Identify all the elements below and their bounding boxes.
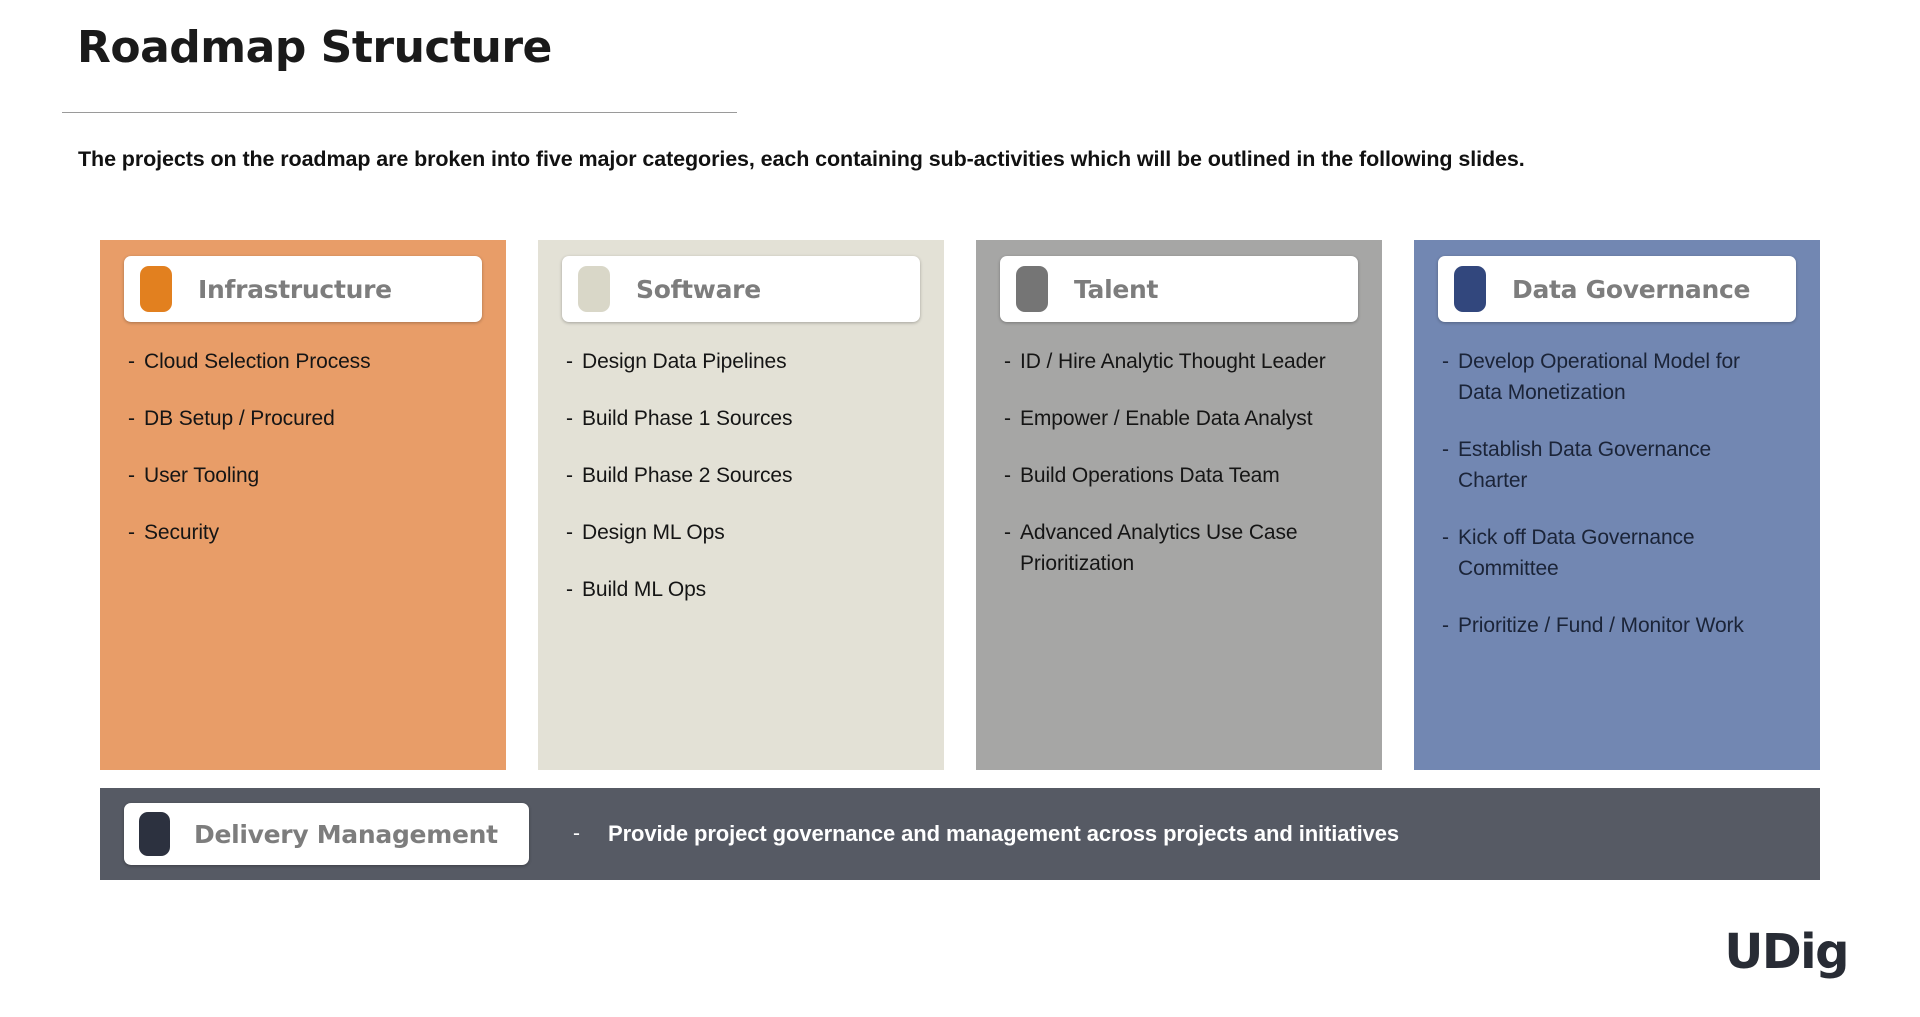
category-header-software: Software: [562, 256, 920, 322]
list-item: - Design Data Pipelines: [538, 346, 934, 377]
category-item-list: - Design Data Pipelines - Build Phase 1 …: [538, 346, 934, 631]
list-item: - Prioritize / Fund / Monitor Work: [1414, 610, 1790, 641]
category-title: Infrastructure: [198, 274, 392, 304]
category-title: Talent: [1074, 274, 1159, 304]
list-item: - Build Phase 2 Sources: [538, 460, 934, 491]
list-item: - Security: [100, 517, 496, 548]
category-item-list: - Cloud Selection Process - DB Setup / P…: [100, 346, 496, 574]
category-chip-icon: [578, 266, 610, 312]
list-item-label: Kick off Data Governance Committee: [1458, 526, 1695, 580]
list-item-label: ID / Hire Analytic Thought Leader: [1020, 350, 1326, 373]
category-chip-icon: [139, 812, 170, 856]
list-item: - DB Setup / Procured: [100, 403, 496, 434]
list-item: - ID / Hire Analytic Thought Leader: [976, 346, 1356, 377]
category-card-infrastructure[interactable]: Infrastructure - Cloud Selection Process…: [100, 240, 506, 770]
list-item-label: DB Setup / Procured: [144, 407, 335, 430]
bullet-dash-icon: -: [1442, 438, 1449, 461]
bullet-dash-icon: -: [1442, 526, 1449, 549]
brand-logo: UDig: [1724, 924, 1849, 980]
list-item-label: Design Data Pipelines: [582, 350, 787, 373]
bullet-dash-icon: -: [566, 407, 573, 430]
title-divider: [62, 112, 737, 113]
list-item-label: Build Phase 1 Sources: [582, 407, 793, 430]
list-item-label: Build Phase 2 Sources: [582, 464, 793, 487]
category-chip-icon: [140, 266, 172, 312]
bullet-dash-icon: -: [573, 822, 580, 845]
list-item-label: Develop Operational Model for Data Monet…: [1458, 350, 1740, 404]
bullet-dash-icon: -: [128, 464, 135, 487]
list-item-label: Security: [144, 521, 220, 544]
bullet-dash-icon: -: [566, 521, 573, 544]
bullet-dash-icon: -: [1442, 614, 1449, 637]
category-title: Delivery Management: [194, 819, 498, 849]
slide-subtitle: The projects on the roadmap are broken i…: [78, 147, 1525, 171]
category-chip-icon: [1016, 266, 1048, 312]
category-header-talent: Talent: [1000, 256, 1358, 322]
list-item-label: Empower / Enable Data Analyst: [1020, 407, 1313, 430]
bullet-dash-icon: -: [1442, 350, 1449, 373]
list-item: - Kick off Data Governance Committee: [1414, 522, 1790, 584]
list-item: - Build Phase 1 Sources: [538, 403, 934, 434]
list-item-label: Cloud Selection Process: [144, 350, 371, 373]
bullet-dash-icon: -: [128, 407, 135, 430]
delivery-management-header: Delivery Management: [124, 803, 529, 865]
category-chip-icon: [1454, 266, 1486, 312]
bullet-dash-icon: -: [128, 521, 135, 544]
list-item: - Cloud Selection Process: [100, 346, 496, 377]
delivery-management-bar[interactable]: Delivery Management - Provide project go…: [100, 788, 1820, 880]
category-item-list: - ID / Hire Analytic Thought Leader - Em…: [976, 346, 1356, 605]
category-title: Software: [636, 274, 761, 304]
category-card-talent[interactable]: Talent - ID / Hire Analytic Thought Lead…: [976, 240, 1382, 770]
category-card-data-governance[interactable]: Data Governance - Develop Operational Mo…: [1414, 240, 1820, 770]
bullet-dash-icon: -: [1004, 350, 1011, 373]
bullet-dash-icon: -: [1004, 521, 1011, 544]
list-item-label: User Tooling: [144, 464, 260, 487]
list-item-label: Build Operations Data Team: [1020, 464, 1280, 487]
list-item-label: Establish Data Governance Charter: [1458, 438, 1712, 492]
list-item: - Develop Operational Model for Data Mon…: [1414, 346, 1790, 408]
list-item-label: Prioritize / Fund / Monitor Work: [1458, 614, 1744, 637]
category-item-list: - Develop Operational Model for Data Mon…: [1414, 346, 1790, 667]
bullet-dash-icon: -: [1004, 464, 1011, 487]
page-title: Roadmap Structure: [77, 22, 552, 73]
category-title: Data Governance: [1512, 274, 1751, 304]
list-item-label: Advanced Analytics Use Case Prioritizati…: [1020, 521, 1298, 575]
list-item: - Advanced Analytics Use Case Prioritiza…: [976, 517, 1356, 579]
bullet-dash-icon: -: [566, 578, 573, 601]
list-item: - Design ML Ops: [538, 517, 934, 548]
list-item: - Build Operations Data Team: [976, 460, 1356, 491]
list-item: - Build ML Ops: [538, 574, 934, 605]
list-item-label: Design ML Ops: [582, 521, 725, 544]
category-card-software[interactable]: Software - Design Data Pipelines - Build…: [538, 240, 944, 770]
category-card-row: Infrastructure - Cloud Selection Process…: [100, 240, 1820, 770]
list-item: - Establish Data Governance Charter: [1414, 434, 1790, 496]
bullet-dash-icon: -: [566, 350, 573, 373]
list-item: - User Tooling: [100, 460, 496, 491]
delivery-management-description: Provide project governance and managemen…: [608, 821, 1400, 846]
bullet-dash-icon: -: [128, 350, 135, 373]
bullet-dash-icon: -: [566, 464, 573, 487]
list-item-label: Build ML Ops: [582, 578, 707, 601]
category-header-data-governance: Data Governance: [1438, 256, 1796, 322]
category-header-infrastructure: Infrastructure: [124, 256, 482, 322]
list-item: - Empower / Enable Data Analyst: [976, 403, 1356, 434]
bullet-dash-icon: -: [1004, 407, 1011, 430]
